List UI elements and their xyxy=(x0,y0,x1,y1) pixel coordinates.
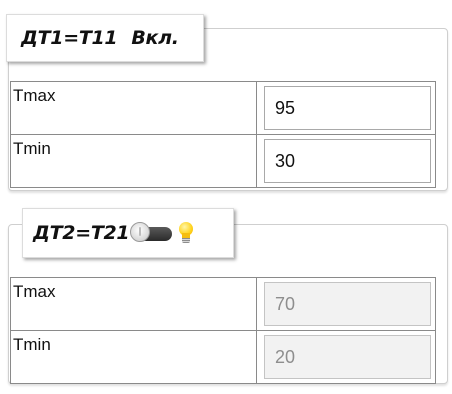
param-value-cell: 70 xyxy=(256,277,436,331)
sensor-1-tmin-field[interactable]: 30 xyxy=(264,139,431,183)
param-label-cell: Tmax xyxy=(10,81,257,135)
table-row: Tmin 20 xyxy=(10,330,436,384)
param-value-cell: 30 xyxy=(256,134,436,188)
sensor-1-title: ДТ1=Т11 xyxy=(21,27,118,49)
param-value-cell: 20 xyxy=(256,330,436,384)
sensor-1-header: ДТ1=Т11 Вкл. xyxy=(6,14,204,62)
toggle-switch-icon[interactable] xyxy=(130,222,173,244)
param-label: Tmax xyxy=(13,86,56,105)
sensor-2-params-table: Tmax 70 Tmin 20 xyxy=(10,277,436,384)
sensor-2-tmax-field: 70 xyxy=(264,282,431,326)
light-bulb-icon xyxy=(178,221,194,245)
sensor-1-status: Вкл. xyxy=(131,27,179,49)
table-row: Tmax 70 xyxy=(10,277,436,331)
param-label-cell: Tmax xyxy=(10,277,257,331)
param-label-cell: Tmin xyxy=(10,134,257,188)
param-label-cell: Tmin xyxy=(10,330,257,384)
table-row: Tmax 95 xyxy=(10,81,436,135)
sensor-1-params-table: Tmax 95 Tmin 30 xyxy=(10,81,436,188)
sensor-1-tmax-field[interactable]: 95 xyxy=(264,86,431,130)
sensor-2-header: ДТ2=Т21 xyxy=(22,208,234,258)
sensor-2-title: ДТ2=Т21 xyxy=(33,222,130,244)
param-label: Tmin xyxy=(13,335,51,354)
table-row: Tmin 30 xyxy=(10,134,436,188)
param-label: Tmax xyxy=(13,282,56,301)
param-value-cell: 95 xyxy=(256,81,436,135)
param-label: Tmin xyxy=(13,139,51,158)
sensor-settings-page: ДТ1=Т11 Вкл. Tmax 95 Tmin 30 ДТ2=Т21 Tma… xyxy=(0,0,452,394)
sensor-2-tmin-field: 20 xyxy=(264,335,431,379)
